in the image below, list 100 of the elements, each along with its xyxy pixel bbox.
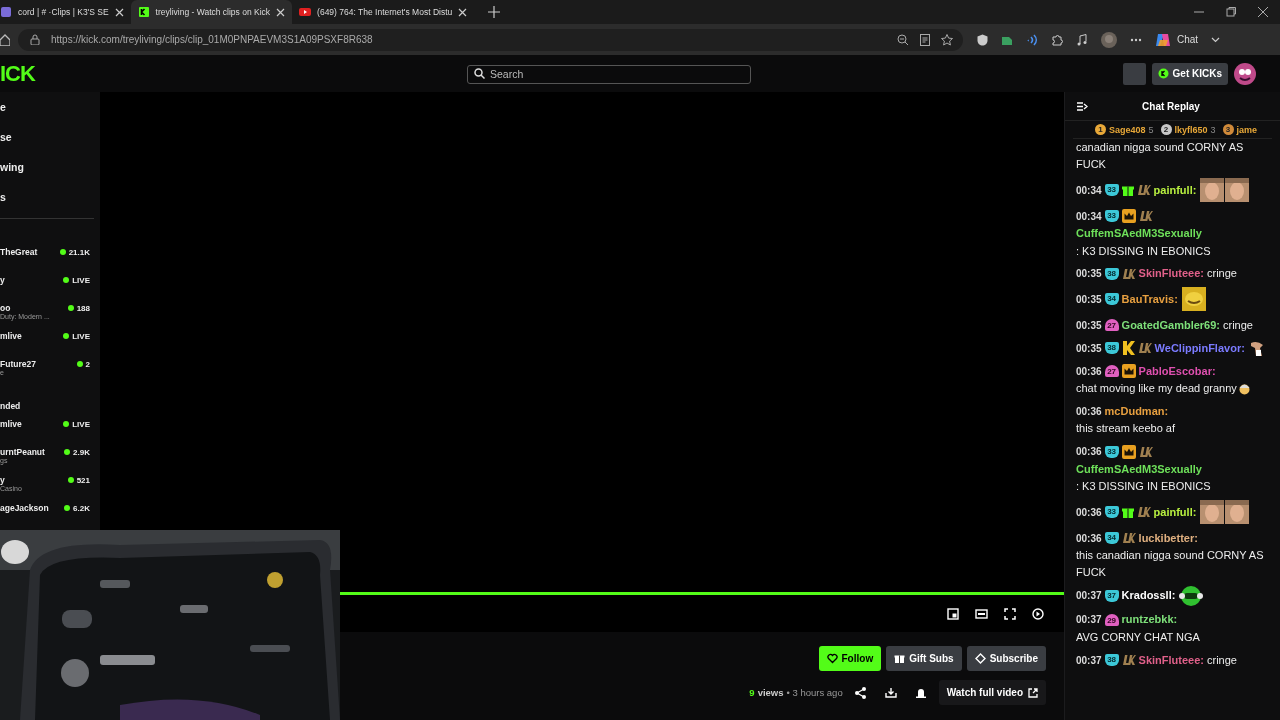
timestamp: 00:35 [1076, 319, 1102, 331]
live-dot-icon [63, 277, 70, 283]
new-tab-icon[interactable] [488, 6, 501, 18]
live-dot-icon [67, 477, 74, 483]
kick-logo[interactable]: ICK [0, 62, 467, 85]
username[interactable]: SkinFluteee: [1138, 267, 1204, 280]
channel-name: Future27 [0, 359, 36, 369]
nav-item[interactable]: se [0, 128, 100, 158]
theater-mode-icon[interactable] [975, 608, 988, 619]
more-icon[interactable] [1130, 37, 1142, 42]
address-field[interactable]: https://kick.com/treyliving/clips/clip_01M0PNPAEVM3S1A09PSXF8R638 [18, 28, 963, 51]
gift-badge-icon [1121, 184, 1134, 196]
username[interactable]: BauTravis: [1121, 292, 1178, 305]
live-dot-icon [76, 361, 83, 367]
follow-button[interactable]: Follow [818, 646, 882, 671]
home-icon[interactable] [0, 33, 10, 46]
report-icon[interactable] [915, 687, 926, 698]
username[interactable]: WeClippinFlavor: [1154, 341, 1245, 354]
close-icon[interactable] [1258, 7, 1268, 17]
k-badge-icon [1121, 341, 1135, 356]
reader-icon[interactable] [920, 33, 930, 46]
close-icon[interactable] [276, 7, 286, 17]
timestamp: 00:35 [1076, 342, 1102, 354]
timestamp: 00:35 [1076, 293, 1102, 305]
username[interactable]: painfull: [1153, 505, 1197, 518]
shield-icon[interactable] [977, 33, 988, 46]
channel-item[interactable]: mlive LIVE [0, 327, 100, 355]
settings-icon[interactable] [1032, 607, 1044, 620]
external-link-icon [1028, 687, 1038, 698]
close-icon[interactable] [114, 7, 124, 17]
channel-item[interactable]: ageJackson 6.2K [0, 499, 100, 527]
tab-favicon-icon [299, 6, 312, 18]
nav-item[interactable]: e [0, 98, 100, 128]
gift-icon [894, 653, 906, 664]
channel-item[interactable]: y LIVE [0, 271, 100, 299]
collapse-icon[interactable] [1077, 101, 1088, 111]
download-icon[interactable] [884, 687, 897, 698]
viewer-count: 188 [76, 303, 90, 313]
subscriber-badge: 38 [1104, 342, 1119, 355]
subscriber-badge: 34 [1104, 293, 1119, 306]
viewer-count: 521 [76, 475, 90, 485]
subscriber-badge: 33 [1104, 506, 1119, 519]
zoom-out-icon[interactable] [897, 33, 909, 46]
gift-count: 3 [1210, 124, 1216, 135]
picture-in-picture-icon[interactable] [947, 607, 959, 620]
username[interactable]: CuffemSAedM3Sexually [1076, 227, 1202, 240]
live-dot-icon [64, 505, 71, 511]
copilot-icon [1155, 31, 1171, 48]
subscribe-button[interactable]: Subscribe [966, 646, 1046, 671]
share-icon[interactable] [854, 686, 866, 699]
chevron-down-icon[interactable] [1211, 36, 1221, 43]
copilot-chat-button[interactable]: Chat [1155, 31, 1199, 48]
signal-icon[interactable] [1026, 33, 1038, 46]
username[interactable]: CuffemSAedM3Sexually [1076, 462, 1202, 475]
username[interactable]: painfull: [1153, 183, 1197, 196]
username[interactable]: runtzebkk: [1121, 613, 1178, 626]
timestamp: 00:36 [1076, 365, 1102, 377]
subscriber-badge: 37 [1104, 589, 1119, 602]
timestamp: 00:37 [1076, 590, 1102, 602]
message-text: AVG CORNY CHAT NGA [1076, 630, 1200, 645]
browser-tab[interactable]: treyliving - Watch clips on Kick [130, 0, 293, 24]
subscriber-badge: 34 [1104, 532, 1119, 545]
channel-name: mlive [0, 419, 22, 429]
watch-full-video-button[interactable]: Watch full video [938, 680, 1046, 705]
nav-item[interactable]: wing [0, 158, 100, 188]
puzzle-icon[interactable] [1051, 33, 1063, 46]
fullscreen-icon[interactable] [1004, 607, 1016, 620]
nav-item[interactable]: s [0, 188, 100, 218]
channel-name: mlive [0, 331, 22, 341]
get-kicks-button[interactable]: Get KICKs [1151, 62, 1228, 85]
music-icon[interactable] [1076, 33, 1088, 46]
username[interactable]: GoatedGambler69: [1121, 318, 1220, 331]
gift-button[interactable]: Gift Subs [886, 646, 962, 671]
tab-favicon-icon [137, 6, 150, 18]
user-avatar-icon[interactable] [1234, 62, 1256, 85]
avatar-icon[interactable] [1101, 31, 1117, 48]
subscriber-badge: 27 [1104, 319, 1119, 332]
maximize-icon[interactable] [1226, 7, 1236, 17]
viewer-count: LIVE [72, 419, 90, 429]
username[interactable]: SkinFluteee: [1138, 653, 1204, 666]
message-text: : K3 DISSING IN EBONICS [1076, 479, 1211, 495]
lk-badge-icon [1138, 210, 1153, 223]
subscriber-badge: 33 [1104, 184, 1119, 196]
username[interactable]: PabloEscobar: [1138, 364, 1216, 377]
gift-count: 5 [1148, 124, 1154, 135]
search-field[interactable]: Search [467, 64, 751, 84]
message-text: cringe [1207, 266, 1237, 282]
live-dot-icon [63, 421, 70, 427]
channel-item[interactable]: mlive LIVE [0, 415, 100, 443]
close-icon[interactable] [458, 7, 468, 17]
message-text: cringe [1223, 317, 1253, 333]
crown-badge-icon [1121, 444, 1136, 459]
username[interactable]: luckibetter: [1138, 531, 1198, 544]
heart-icon [826, 653, 838, 664]
channel-item[interactable]: TheGreat 21.1K [0, 243, 100, 271]
star-icon[interactable] [941, 33, 953, 46]
leader-name: lkyfl650 [1174, 124, 1208, 135]
username[interactable]: Kradossll: [1121, 589, 1176, 602]
username[interactable]: mcDudman: [1104, 404, 1169, 417]
subscriber-badge: 33 [1104, 445, 1119, 458]
